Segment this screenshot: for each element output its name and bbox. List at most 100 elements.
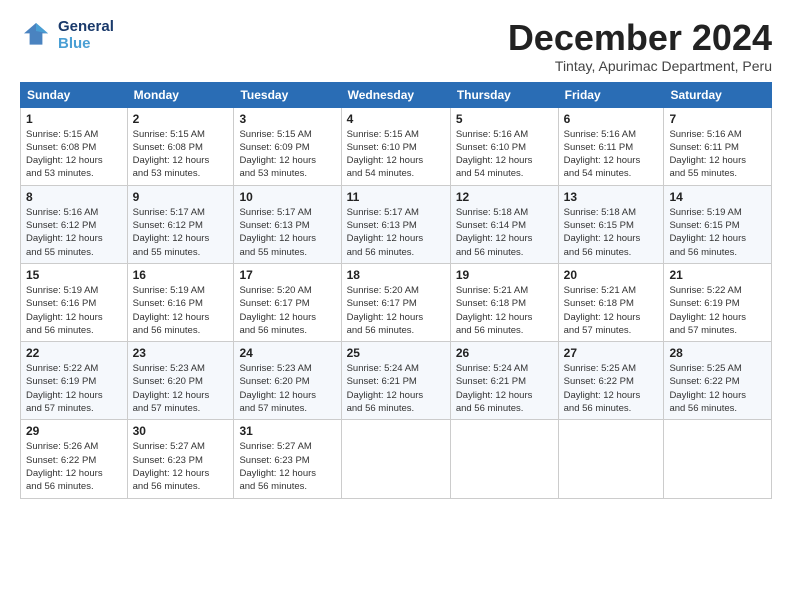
day-info: Sunrise: 5:22 AM Sunset: 6:19 PM Dayligh…: [669, 284, 766, 337]
day-info: Sunrise: 5:19 AM Sunset: 6:15 PM Dayligh…: [669, 206, 766, 259]
day-number: 3: [239, 112, 335, 126]
day-info: Sunrise: 5:19 AM Sunset: 6:16 PM Dayligh…: [26, 284, 122, 337]
month-title: December 2024: [508, 18, 772, 58]
day-info: Sunrise: 5:15 AM Sunset: 6:10 PM Dayligh…: [347, 128, 445, 181]
day-number: 27: [564, 346, 659, 360]
calendar-cell: 30Sunrise: 5:27 AM Sunset: 6:23 PM Dayli…: [127, 420, 234, 498]
day-info: Sunrise: 5:16 AM Sunset: 6:10 PM Dayligh…: [456, 128, 553, 181]
day-number: 2: [133, 112, 229, 126]
day-info: Sunrise: 5:20 AM Sunset: 6:17 PM Dayligh…: [239, 284, 335, 337]
col-saturday: Saturday: [664, 82, 772, 107]
calendar-cell: 1 Sunrise: 5:15 AM Sunset: 6:08 PM Daylig…: [21, 107, 128, 185]
calendar-cell: [450, 420, 558, 498]
day-info: Sunrise: 5:24 AM Sunset: 6:21 PM Dayligh…: [456, 362, 553, 415]
day-number: 28: [669, 346, 766, 360]
day-number: 12: [456, 190, 553, 204]
calendar-cell: 18Sunrise: 5:20 AM Sunset: 6:17 PM Dayli…: [341, 263, 450, 341]
logo-icon: [20, 19, 52, 51]
day-number: 15: [26, 268, 122, 282]
day-number: 4: [347, 112, 445, 126]
header: General Blue December 2024 Tintay, Apuri…: [20, 18, 772, 74]
subtitle: Tintay, Apurimac Department, Peru: [508, 58, 772, 74]
calendar-cell: 6Sunrise: 5:16 AM Sunset: 6:11 PM Daylig…: [558, 107, 664, 185]
col-thursday: Thursday: [450, 82, 558, 107]
day-number: 1: [26, 112, 122, 126]
calendar-cell: 3 Sunrise: 5:15 AM Sunset: 6:09 PM Daylig…: [234, 107, 341, 185]
day-number: 23: [133, 346, 229, 360]
day-info: Sunrise: 5:16 AM Sunset: 6:12 PM Dayligh…: [26, 206, 122, 259]
logo: General Blue: [20, 18, 114, 53]
calendar-cell: 29Sunrise: 5:26 AM Sunset: 6:22 PM Dayli…: [21, 420, 128, 498]
day-number: 30: [133, 424, 229, 438]
calendar-cell: 17 Sunrise: 5:20 AM Sunset: 6:17 PM Dayli…: [234, 263, 341, 341]
day-info: Sunrise: 5:23 AM Sunset: 6:20 PM Dayligh…: [239, 362, 335, 415]
calendar-cell: 10 Sunrise: 5:17 AM Sunset: 6:13 PM Dayli…: [234, 185, 341, 263]
day-number: 25: [347, 346, 445, 360]
day-number: 29: [26, 424, 122, 438]
day-info: Sunrise: 5:24 AM Sunset: 6:21 PM Dayligh…: [347, 362, 445, 415]
calendar-cell: 31 Sunrise: 5:27 AM Sunset: 6:23 PM Dayli…: [234, 420, 341, 498]
calendar-cell: 20 Sunrise: 5:21 AM Sunset: 6:18 PM Dayli…: [558, 263, 664, 341]
day-info: Sunrise: 5:18 AM Sunset: 6:14 PM Dayligh…: [456, 206, 553, 259]
calendar-week-1: 1 Sunrise: 5:15 AM Sunset: 6:08 PM Daylig…: [21, 107, 772, 185]
calendar-cell: [664, 420, 772, 498]
day-number: 22: [26, 346, 122, 360]
day-info: Sunrise: 5:22 AM Sunset: 6:19 PM Dayligh…: [26, 362, 122, 415]
day-number: 21: [669, 268, 766, 282]
day-number: 17: [239, 268, 335, 282]
day-number: 6: [564, 112, 659, 126]
calendar-cell: 23 Sunrise: 5:23 AM Sunset: 6:20 PM Dayli…: [127, 342, 234, 420]
calendar-cell: 15 Sunrise: 5:19 AM Sunset: 6:16 PM Dayli…: [21, 263, 128, 341]
day-number: 19: [456, 268, 553, 282]
day-info: Sunrise: 5:21 AM Sunset: 6:18 PM Dayligh…: [456, 284, 553, 337]
day-info: Sunrise: 5:25 AM Sunset: 6:22 PM Dayligh…: [669, 362, 766, 415]
day-info: Sunrise: 5:16 AM Sunset: 6:11 PM Dayligh…: [669, 128, 766, 181]
calendar-cell: 26 Sunrise: 5:24 AM Sunset: 6:21 PM Dayli…: [450, 342, 558, 420]
calendar-cell: 24Sunrise: 5:23 AM Sunset: 6:20 PM Dayli…: [234, 342, 341, 420]
calendar-cell: 2 Sunrise: 5:15 AM Sunset: 6:08 PM Daylig…: [127, 107, 234, 185]
day-number: 7: [669, 112, 766, 126]
calendar-cell: 14 Sunrise: 5:19 AM Sunset: 6:15 PM Dayli…: [664, 185, 772, 263]
day-info: Sunrise: 5:25 AM Sunset: 6:22 PM Dayligh…: [564, 362, 659, 415]
calendar-cell: 22 Sunrise: 5:22 AM Sunset: 6:19 PM Dayli…: [21, 342, 128, 420]
calendar-cell: 5Sunrise: 5:16 AM Sunset: 6:10 PM Daylig…: [450, 107, 558, 185]
calendar-cell: 12 Sunrise: 5:18 AM Sunset: 6:14 PM Dayli…: [450, 185, 558, 263]
calendar-week-5: 29Sunrise: 5:26 AM Sunset: 6:22 PM Dayli…: [21, 420, 772, 498]
calendar-cell: 4 Sunrise: 5:15 AM Sunset: 6:10 PM Daylig…: [341, 107, 450, 185]
day-info: Sunrise: 5:15 AM Sunset: 6:08 PM Dayligh…: [133, 128, 229, 181]
col-wednesday: Wednesday: [341, 82, 450, 107]
day-number: 16: [133, 268, 229, 282]
day-number: 9: [133, 190, 229, 204]
calendar-cell: [558, 420, 664, 498]
day-number: 26: [456, 346, 553, 360]
day-number: 10: [239, 190, 335, 204]
calendar-week-3: 15 Sunrise: 5:19 AM Sunset: 6:16 PM Dayli…: [21, 263, 772, 341]
day-info: Sunrise: 5:17 AM Sunset: 6:13 PM Dayligh…: [239, 206, 335, 259]
day-info: Sunrise: 5:20 AM Sunset: 6:17 PM Dayligh…: [347, 284, 445, 337]
day-info: Sunrise: 5:27 AM Sunset: 6:23 PM Dayligh…: [239, 440, 335, 493]
day-info: Sunrise: 5:15 AM Sunset: 6:08 PM Dayligh…: [26, 128, 122, 181]
day-info: Sunrise: 5:17 AM Sunset: 6:12 PM Dayligh…: [133, 206, 229, 259]
calendar-cell: 25 Sunrise: 5:24 AM Sunset: 6:21 PM Dayli…: [341, 342, 450, 420]
calendar-cell: 16 Sunrise: 5:19 AM Sunset: 6:16 PM Dayli…: [127, 263, 234, 341]
day-info: Sunrise: 5:15 AM Sunset: 6:09 PM Dayligh…: [239, 128, 335, 181]
day-info: Sunrise: 5:17 AM Sunset: 6:13 PM Dayligh…: [347, 206, 445, 259]
day-number: 14: [669, 190, 766, 204]
col-sunday: Sunday: [21, 82, 128, 107]
calendar-week-2: 8 Sunrise: 5:16 AM Sunset: 6:12 PM Daylig…: [21, 185, 772, 263]
day-number: 31: [239, 424, 335, 438]
day-info: Sunrise: 5:21 AM Sunset: 6:18 PM Dayligh…: [564, 284, 659, 337]
calendar-cell: 13Sunrise: 5:18 AM Sunset: 6:15 PM Dayli…: [558, 185, 664, 263]
calendar-cell: 21 Sunrise: 5:22 AM Sunset: 6:19 PM Dayli…: [664, 263, 772, 341]
calendar-week-4: 22 Sunrise: 5:22 AM Sunset: 6:19 PM Dayli…: [21, 342, 772, 420]
day-info: Sunrise: 5:19 AM Sunset: 6:16 PM Dayligh…: [133, 284, 229, 337]
col-monday: Monday: [127, 82, 234, 107]
day-number: 20: [564, 268, 659, 282]
calendar-cell: 19 Sunrise: 5:21 AM Sunset: 6:18 PM Dayli…: [450, 263, 558, 341]
day-number: 8: [26, 190, 122, 204]
col-tuesday: Tuesday: [234, 82, 341, 107]
logo-text: General Blue: [58, 18, 114, 53]
day-info: Sunrise: 5:23 AM Sunset: 6:20 PM Dayligh…: [133, 362, 229, 415]
day-number: 11: [347, 190, 445, 204]
calendar-cell: 7 Sunrise: 5:16 AM Sunset: 6:11 PM Daylig…: [664, 107, 772, 185]
